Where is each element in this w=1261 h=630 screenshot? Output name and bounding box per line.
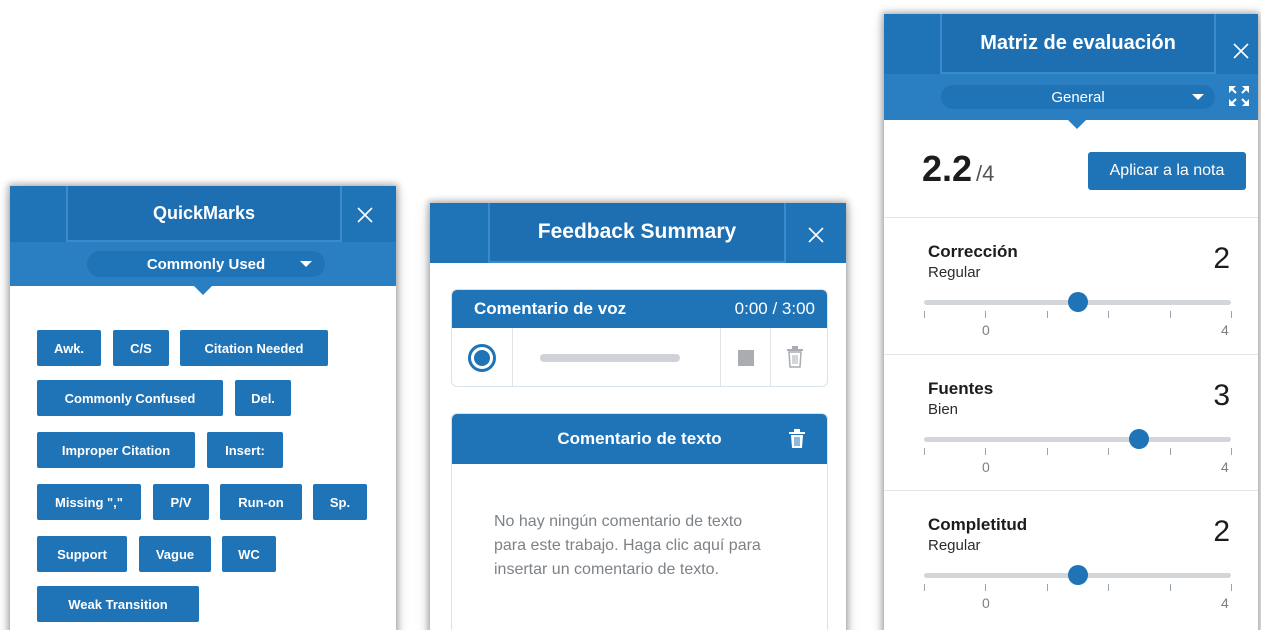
slider-max-label: 4 (1221, 595, 1229, 611)
rubric-header: Matriz de evaluación (884, 14, 1258, 74)
slider-tick (1231, 448, 1232, 455)
quickmarks-subbar: Commonly Used (10, 242, 396, 286)
slider-tick (1108, 448, 1110, 455)
slider-tick (924, 584, 925, 591)
score-value: 2.2 (922, 148, 973, 189)
slider-tick (985, 311, 987, 318)
slider-tick (1169, 311, 1171, 318)
quickmark-set-dropdown[interactable]: Commonly Used (86, 250, 326, 278)
divider (770, 328, 771, 386)
quickmark-tag[interactable]: Vague (139, 536, 211, 572)
slider-tick (1108, 584, 1110, 591)
slider-min-label: 0 (982, 322, 990, 338)
trash-icon[interactable] (786, 346, 804, 373)
criterion-score: 2 (1213, 515, 1230, 548)
slider-tick (1108, 311, 1110, 318)
rubric-subbar: General (884, 74, 1258, 120)
criterion-slider-knob[interactable] (1067, 565, 1088, 585)
audio-progress[interactable] (540, 354, 680, 362)
quickmark-set-value: Commonly Used (146, 255, 266, 273)
criterion-level: Bien (928, 401, 959, 418)
text-comment-header: Comentario de texto (452, 414, 827, 464)
criterion-row: Fuentes Bien 3 0 4 (884, 354, 1258, 491)
criterion-slider-knob[interactable] (1067, 292, 1088, 312)
quickmark-tag[interactable]: Del. (235, 380, 291, 416)
quickmark-tag[interactable]: Sp. (313, 484, 367, 520)
quickmark-tag[interactable]: Awk. (37, 330, 101, 366)
slider-tick (1169, 584, 1171, 591)
criterion-name: Completitud (928, 515, 1028, 534)
rubric-panel: Matriz de evaluación General 2.2 /4 Apli… (884, 14, 1258, 630)
criterion-level: Regular (928, 537, 981, 554)
close-icon[interactable] (1230, 40, 1252, 62)
close-icon[interactable] (354, 204, 376, 226)
criterion-name: Corrección (928, 242, 1018, 261)
quickmarks-title: QuickMarks (66, 186, 342, 242)
quickmark-tag[interactable]: C/S (113, 330, 169, 366)
record-icon[interactable] (468, 344, 496, 372)
criterion-score: 2 (1213, 242, 1230, 275)
score-max: /4 (976, 161, 995, 186)
criterion-slider-knob[interactable] (1128, 429, 1149, 449)
quickmark-tag[interactable]: Improper Citation (37, 432, 195, 468)
slider-max-label: 4 (1221, 459, 1229, 475)
slider-tick (1231, 311, 1232, 318)
criterion-slider-track[interactable] (924, 437, 1231, 442)
quickmark-tag[interactable]: Citation Needed (180, 330, 328, 366)
slider-tick (1046, 584, 1048, 591)
feedback-header: Feedback Summary (430, 203, 846, 263)
criterion-level: Regular (928, 264, 981, 281)
criterion-row: Completitud Regular 2 0 4 (884, 490, 1258, 630)
voice-timer: 0:00 / 3:00 (734, 299, 815, 318)
voice-comment-label: Comentario de voz (474, 299, 627, 318)
dropdown-pointer (1068, 120, 1086, 129)
voice-controls (452, 328, 827, 386)
quickmark-tag[interactable]: Missing "," (37, 484, 141, 520)
text-comment-card: Comentario de texto No hay ningún coment… (451, 413, 828, 630)
dropdown-pointer (194, 286, 212, 295)
quickmark-tag[interactable]: P/V (153, 484, 209, 520)
rubric-view-dropdown[interactable]: General (940, 84, 1216, 110)
quickmark-tag[interactable]: Weak Transition (37, 586, 199, 622)
chevron-down-icon (1192, 94, 1204, 100)
voice-comment-header: Comentario de voz 0:00 / 3:00 (452, 290, 827, 328)
slider-tick (1231, 584, 1232, 591)
slider-min-label: 0 (982, 595, 990, 611)
quickmarks-header: QuickMarks (10, 186, 396, 242)
quickmark-tag[interactable]: Run-on (220, 484, 302, 520)
rubric-title: Matriz de evaluación (940, 14, 1216, 74)
text-comment-empty-message[interactable]: No hay ningún comentario de texto para e… (494, 510, 774, 582)
expand-icon[interactable] (1228, 85, 1250, 112)
divider (512, 328, 513, 386)
criterion-score: 3 (1213, 379, 1230, 412)
quickmark-tag[interactable]: Support (37, 536, 127, 572)
quickmark-tag[interactable]: Insert: (207, 432, 283, 468)
rubric-view-value: General (1051, 88, 1105, 106)
trash-icon[interactable] (789, 429, 805, 454)
text-comment-label: Comentario de texto (557, 429, 722, 448)
apply-to-grade-button[interactable]: Aplicar a la nota (1088, 152, 1246, 190)
slider-max-label: 4 (1221, 322, 1229, 338)
criterion-name: Fuentes (928, 379, 994, 398)
slider-min-label: 0 (982, 459, 990, 475)
divider (720, 328, 721, 386)
quickmarks-panel: QuickMarks Commonly Used Awk. C/S Citati… (10, 186, 396, 630)
voice-comment-card: Comentario de voz 0:00 / 3:00 (451, 289, 828, 387)
slider-tick (1046, 311, 1048, 318)
stop-icon[interactable] (738, 350, 754, 366)
slider-tick (1046, 448, 1048, 455)
close-icon[interactable] (804, 223, 828, 247)
slider-tick (924, 448, 925, 455)
feedback-summary-panel: Feedback Summary Comentario de voz 0:00 … (430, 203, 846, 630)
feedback-title: Feedback Summary (488, 203, 786, 263)
slider-tick (985, 448, 987, 455)
quickmark-tag[interactable]: WC (222, 536, 276, 572)
slider-tick (1169, 448, 1171, 455)
slider-tick (924, 311, 925, 318)
criterion-row: Corrección Regular 2 0 4 (884, 217, 1258, 354)
slider-tick (985, 584, 987, 591)
chevron-down-icon (300, 261, 312, 267)
quickmark-tag[interactable]: Commonly Confused (37, 380, 223, 416)
overall-score: 2.2 /4 (922, 148, 994, 190)
